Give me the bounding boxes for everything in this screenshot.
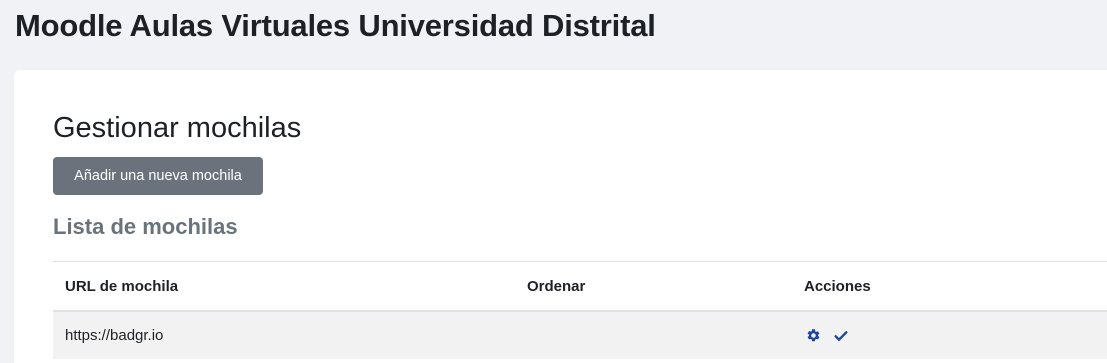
backpack-order-cell (515, 311, 792, 359)
section-title: Lista de mochilas (53, 214, 238, 239)
actions-group (804, 327, 1095, 345)
gear-icon[interactable] (804, 327, 822, 345)
table-row: https://badgr.io (53, 311, 1107, 359)
check-icon[interactable] (832, 327, 850, 345)
backpacks-table: URL de mochila Ordenar Acciones https://… (53, 261, 1107, 359)
backpack-actions-cell (792, 311, 1107, 359)
page-title: Gestionar mochilas (53, 112, 302, 144)
column-header-order: Ordenar (515, 261, 792, 312)
table-header-row: URL de mochila Ordenar Acciones (53, 261, 1107, 312)
site-title: Moodle Aulas Virtuales Universidad Distr… (15, 8, 656, 43)
column-header-actions: Acciones (792, 261, 1107, 312)
add-backpack-button[interactable]: Añadir una nueva mochila (53, 157, 263, 195)
main-card: Gestionar mochilas Añadir una nueva moch… (14, 70, 1107, 363)
column-header-url: URL de mochila (53, 261, 515, 312)
backpack-url-cell: https://badgr.io (53, 311, 515, 359)
